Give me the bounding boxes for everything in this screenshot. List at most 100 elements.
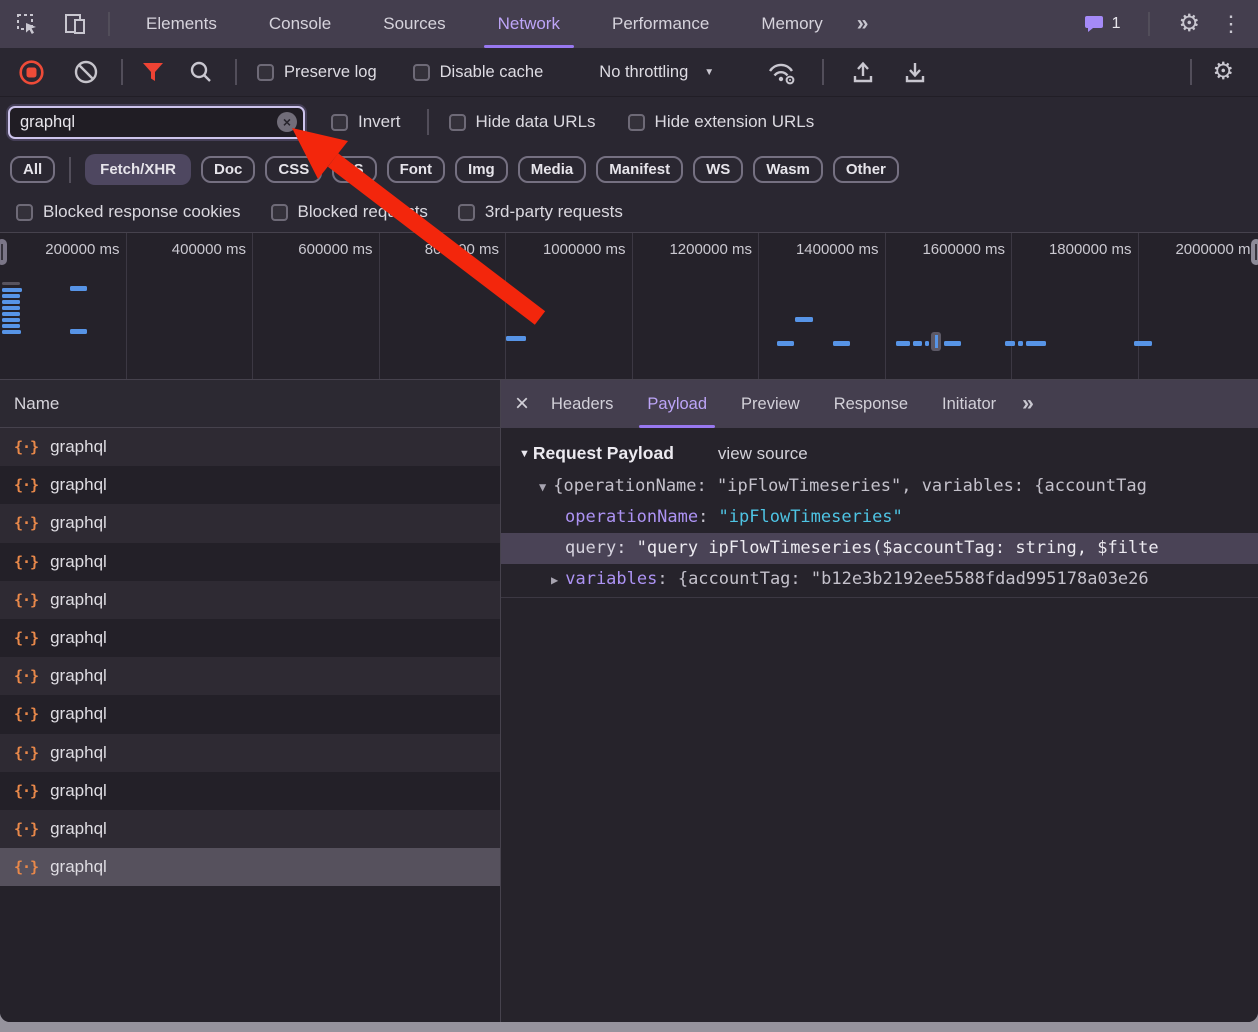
issues-button[interactable]: 1 bbox=[1083, 14, 1121, 34]
type-chip-all[interactable]: All bbox=[10, 156, 55, 183]
type-chip-img[interactable]: Img bbox=[455, 156, 508, 183]
invert-checkbox[interactable] bbox=[331, 114, 348, 131]
network-conditions-button[interactable] bbox=[766, 59, 798, 86]
request-row[interactable]: {·}graphql bbox=[0, 848, 500, 886]
tab-sources[interactable]: Sources bbox=[383, 0, 445, 48]
throttling-select[interactable]: No throttling ▼ bbox=[599, 63, 714, 82]
throttling-value: No throttling bbox=[599, 63, 688, 82]
network-overview-timeline[interactable]: 200000 ms400000 ms600000 ms800000 ms1000… bbox=[0, 232, 1258, 380]
type-chip-doc[interactable]: Doc bbox=[201, 156, 255, 183]
type-chip-css[interactable]: CSS bbox=[265, 156, 322, 183]
type-chip-font[interactable]: Font bbox=[387, 156, 445, 183]
tab-console[interactable]: Console bbox=[269, 0, 331, 48]
record-network-log-button[interactable] bbox=[18, 59, 45, 86]
3rd-party-requests-checkbox[interactable] bbox=[458, 204, 475, 221]
type-chip-wasm[interactable]: Wasm bbox=[753, 156, 823, 183]
request-name: graphql bbox=[50, 704, 107, 724]
tab-elements[interactable]: Elements bbox=[146, 0, 217, 48]
blocked-requests-checkbox[interactable] bbox=[271, 204, 288, 221]
details-tab-payload[interactable]: Payload bbox=[647, 380, 707, 428]
request-row[interactable]: {·}graphql bbox=[0, 504, 500, 542]
timeline-tick-label: 1400000 ms bbox=[759, 233, 885, 258]
waterfall-bar bbox=[935, 335, 938, 348]
name-column-header[interactable]: Name bbox=[0, 380, 500, 428]
divider bbox=[822, 59, 824, 85]
request-row[interactable]: {·}graphql bbox=[0, 810, 500, 848]
import-har-button[interactable] bbox=[850, 59, 876, 85]
panel-tab-strip: Elements Console Sources Network Performance… bbox=[146, 0, 823, 48]
clear-icon bbox=[73, 59, 99, 85]
more-tabs-icon[interactable]: » bbox=[857, 12, 867, 36]
payload-line[interactable]: operationName: "ipFlowTimeseries" bbox=[501, 502, 1258, 533]
disable-cache-group: Disable cache bbox=[413, 63, 544, 82]
type-chip-media[interactable]: Media bbox=[518, 156, 587, 183]
payload-line[interactable]: query: "query ipFlowTimeseries($accountT… bbox=[501, 533, 1258, 564]
request-payload-header[interactable]: ▼ Request Payload view source bbox=[501, 428, 1258, 471]
request-row[interactable]: {·}graphql bbox=[0, 543, 500, 581]
disable-cache-checkbox[interactable] bbox=[413, 64, 430, 81]
hide-data-urls-group: Hide data URLs bbox=[449, 112, 596, 132]
details-tab-bar: × Headers Payload Preview Response Initiator… bbox=[501, 380, 1258, 428]
network-settings-gear-icon[interactable]: ⚙ bbox=[1212, 60, 1234, 84]
payload-plain-text: : bbox=[616, 538, 636, 558]
divider bbox=[108, 12, 110, 36]
tab-memory[interactable]: Memory bbox=[761, 0, 822, 48]
filter-toggle-button[interactable] bbox=[141, 61, 165, 83]
export-har-button[interactable] bbox=[902, 59, 928, 85]
type-chip-js[interactable]: JS bbox=[332, 156, 376, 183]
waterfall-bar bbox=[2, 324, 20, 328]
request-row[interactable]: {·}graphql bbox=[0, 581, 500, 619]
type-chip-other[interactable]: Other bbox=[833, 156, 899, 183]
clear-filter-icon[interactable]: × bbox=[277, 112, 297, 132]
request-row[interactable]: {·}graphql bbox=[0, 466, 500, 504]
search-button[interactable] bbox=[189, 60, 213, 84]
type-chip-ws[interactable]: WS bbox=[693, 156, 743, 183]
inspect-element-button[interactable] bbox=[10, 7, 44, 41]
payload-line[interactable]: ▼{operationName: "ipFlowTimeseries", var… bbox=[501, 471, 1258, 502]
view-source-link[interactable]: view source bbox=[718, 444, 808, 464]
overview-left-grip[interactable] bbox=[0, 239, 7, 265]
request-row[interactable]: {·}graphql bbox=[0, 657, 500, 695]
device-toolbar-button[interactable] bbox=[56, 7, 94, 41]
tab-performance[interactable]: Performance bbox=[612, 0, 709, 48]
waterfall-bar bbox=[1134, 341, 1152, 346]
request-row[interactable]: {·}graphql bbox=[0, 695, 500, 733]
request-row[interactable]: {·}graphql bbox=[0, 772, 500, 810]
tab-network[interactable]: Network bbox=[498, 0, 560, 48]
overview-right-grip[interactable] bbox=[1251, 239, 1258, 265]
filter-input[interactable] bbox=[10, 113, 303, 132]
timeline-tick: 2000000 ms bbox=[1139, 233, 1258, 379]
payload-key-text: operationName bbox=[565, 507, 698, 527]
more-details-tabs-icon[interactable]: » bbox=[1022, 392, 1032, 416]
request-row[interactable]: {·}graphql bbox=[0, 619, 500, 657]
request-details-panel: × Headers Payload Preview Response Initiator… bbox=[501, 380, 1258, 1022]
payload-line[interactable]: ▶variables: {accountTag: "b12e3b2192ee55… bbox=[501, 564, 1258, 595]
preserve-log-checkbox[interactable] bbox=[257, 64, 274, 81]
search-icon bbox=[189, 60, 213, 84]
waterfall-bar bbox=[1026, 341, 1046, 346]
request-payload-title: Request Payload bbox=[533, 443, 674, 464]
details-tab-initiator[interactable]: Initiator bbox=[942, 380, 996, 428]
type-chip-fetch-xhr[interactable]: Fetch/XHR bbox=[85, 154, 191, 185]
settings-gear-icon[interactable]: ⚙ bbox=[1178, 12, 1200, 36]
waterfall-bar bbox=[925, 341, 929, 346]
divider bbox=[427, 109, 429, 135]
network-filter-row: × Invert Hide data URLs Hide extension U… bbox=[0, 97, 1258, 147]
clear-network-log-button[interactable] bbox=[73, 59, 99, 85]
upload-icon bbox=[850, 59, 876, 85]
type-chip-manifest[interactable]: Manifest bbox=[596, 156, 683, 183]
blocked-response-cookies-checkbox[interactable] bbox=[16, 204, 33, 221]
hide-data-urls-checkbox[interactable] bbox=[449, 114, 466, 131]
hide-extension-urls-checkbox[interactable] bbox=[628, 114, 645, 131]
json-braces-icon: {·} bbox=[14, 629, 38, 647]
disable-cache-label: Disable cache bbox=[440, 63, 544, 82]
customize-menu-icon[interactable]: ⋮ bbox=[1214, 13, 1248, 35]
request-row[interactable]: {·}graphql bbox=[0, 428, 500, 466]
details-tab-response[interactable]: Response bbox=[834, 380, 908, 428]
timeline-tick-label: 1200000 ms bbox=[633, 233, 759, 258]
close-icon[interactable]: × bbox=[515, 392, 529, 416]
details-tab-preview[interactable]: Preview bbox=[741, 380, 800, 428]
advanced-filters-row: Blocked response cookiesBlocked requests… bbox=[0, 192, 1258, 232]
request-row[interactable]: {·}graphql bbox=[0, 734, 500, 772]
details-tab-headers[interactable]: Headers bbox=[551, 380, 613, 428]
